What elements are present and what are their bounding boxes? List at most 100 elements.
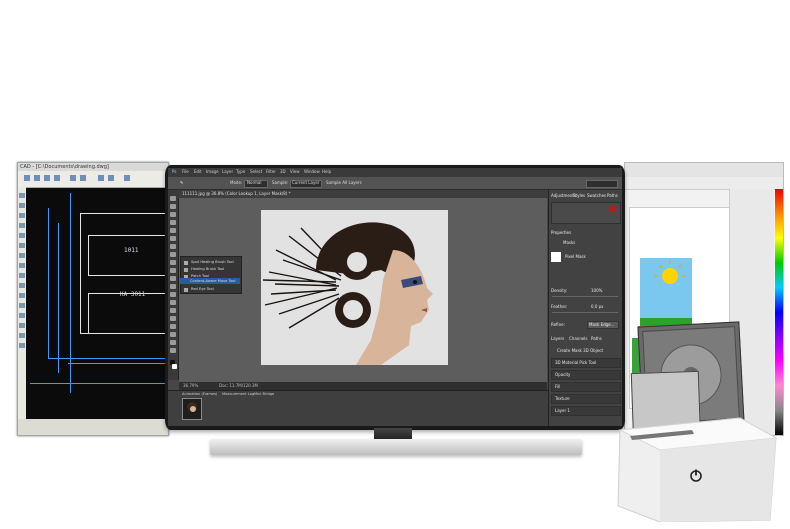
- feather-slider[interactable]: [552, 312, 618, 313]
- toolbar-icon[interactable]: [34, 175, 40, 181]
- menu-view[interactable]: View: [290, 169, 300, 174]
- tab-paths[interactable]: Paths: [607, 193, 618, 198]
- menu-select[interactable]: Select: [250, 169, 262, 174]
- type-tool-icon[interactable]: [170, 316, 176, 321]
- layer-row[interactable]: [551, 382, 621, 392]
- animation-frame-thumbnail[interactable]: [182, 398, 202, 420]
- hand-tool-icon[interactable]: [170, 340, 176, 345]
- tab-animation[interactable]: Animation (Frames): [182, 392, 217, 396]
- background-color-icon[interactable]: [172, 364, 177, 369]
- toolbar-icon[interactable]: [98, 175, 104, 181]
- mask-thumbnail[interactable]: [551, 252, 561, 262]
- flyout-item[interactable]: Spot Healing Brush Tool: [191, 260, 234, 264]
- blur-tool-icon[interactable]: [170, 292, 176, 297]
- draw-tool-icon[interactable]: [19, 323, 25, 328]
- toolbar-icon[interactable]: [44, 175, 50, 181]
- ps-menubar: Ps File Edit Image Layer Type Select Fil…: [168, 168, 622, 177]
- power-button-icon[interactable]: [689, 469, 703, 483]
- lasso-tool-icon[interactable]: [170, 212, 176, 217]
- draw-tool-icon[interactable]: [19, 333, 25, 338]
- color-palette[interactable]: [775, 189, 783, 435]
- healing-brush-icon[interactable]: ✎: [180, 180, 183, 185]
- ps-logo-icon: Ps: [172, 169, 177, 174]
- cad-status-bar: [18, 419, 168, 435]
- menu-type[interactable]: Type: [236, 169, 245, 174]
- draw-tool-icon[interactable]: [19, 313, 25, 318]
- toolbar-icon[interactable]: [108, 175, 114, 181]
- tab-mini-bridge[interactable]: Mini Bridge: [254, 392, 274, 396]
- move-tool-icon[interactable]: [170, 196, 176, 201]
- refine-label: Refine:: [551, 322, 565, 327]
- path-select-icon[interactable]: [170, 324, 176, 329]
- draw-tool-icon[interactable]: [19, 273, 25, 278]
- gradient-tool-icon[interactable]: [170, 284, 176, 289]
- properties-title: Properties: [551, 230, 572, 235]
- tab-swatches[interactable]: Swatches: [587, 193, 606, 198]
- toolbar-icon[interactable]: [54, 175, 60, 181]
- draw-tool-icon[interactable]: [19, 233, 25, 238]
- tab-measurement-log[interactable]: Measurement Log: [222, 392, 254, 396]
- adjustment-icon[interactable]: [609, 206, 615, 212]
- eraser-tool-icon[interactable]: [170, 276, 176, 281]
- menu-window[interactable]: Window: [304, 169, 320, 174]
- menu-help[interactable]: Help: [322, 169, 331, 174]
- toolbar-icon[interactable]: [124, 175, 130, 181]
- eyedropper-tool-icon[interactable]: [170, 236, 176, 241]
- document-tab-title: 111111.jpg @ 36.8% (Color Lookup 1, Laye…: [182, 191, 291, 196]
- draw-tool-icon[interactable]: [19, 283, 25, 288]
- menu-3d[interactable]: 3D: [280, 169, 286, 174]
- flyout-item[interactable]: Red Eye Tool: [191, 287, 214, 291]
- workspace-select[interactable]: [586, 180, 618, 188]
- draw-tool-icon[interactable]: [19, 303, 25, 308]
- masks-label: Masks: [563, 240, 576, 245]
- zoom-tool-icon[interactable]: [170, 348, 176, 353]
- crop-tool-icon[interactable]: [170, 228, 176, 233]
- sample-label: Sample:: [272, 180, 289, 185]
- draw-tool-icon[interactable]: [19, 243, 25, 248]
- flyout-item[interactable]: Healing Brush Tool: [191, 267, 224, 271]
- pen-tool-icon[interactable]: [170, 308, 176, 313]
- healing-brush-icon: [184, 268, 188, 272]
- healing-tool-icon[interactable]: [170, 244, 176, 249]
- feather-value[interactable]: 0.0 px: [591, 304, 604, 309]
- draw-tool-icon[interactable]: [19, 293, 25, 298]
- marquee-tool-icon[interactable]: [170, 204, 176, 209]
- flyout-item-selected[interactable]: Content-Aware Move Tool: [180, 278, 240, 284]
- dodge-tool-icon[interactable]: [170, 300, 176, 305]
- shape-tool-icon[interactable]: [170, 332, 176, 337]
- tab-layers[interactable]: Layers: [551, 336, 564, 341]
- woman-portrait-image: [261, 210, 448, 365]
- zoom-level[interactable]: 36.79%: [183, 383, 198, 388]
- menu-image[interactable]: Image: [206, 169, 219, 174]
- density-value[interactable]: 100%: [591, 288, 602, 293]
- cad-left-toolbar: [18, 187, 26, 419]
- draw-tool-icon[interactable]: [19, 223, 25, 228]
- draw-tool-icon[interactable]: [19, 263, 25, 268]
- document-tab[interactable]: 111111.jpg @ 36.8% (Color Lookup 1, Laye…: [178, 190, 548, 198]
- history-brush-icon[interactable]: [170, 268, 176, 273]
- menu-filter[interactable]: Filter: [266, 169, 276, 174]
- draw-tool-icon[interactable]: [19, 213, 25, 218]
- sample-all-layers-checkbox[interactable]: Sample All Layers: [326, 180, 362, 185]
- draw-tool-icon[interactable]: [19, 193, 25, 198]
- brush-tool-icon[interactable]: [170, 252, 176, 257]
- tab-channels[interactable]: Channels: [569, 336, 588, 341]
- draw-tool-icon[interactable]: [19, 253, 25, 258]
- toolbar-icon[interactable]: [80, 175, 86, 181]
- ps-right-panels: Adjustments Styles Swatches Paths Proper…: [548, 190, 622, 426]
- portrait-photo[interactable]: [261, 210, 448, 365]
- draw-tool-icon[interactable]: [19, 203, 25, 208]
- tab-layer-paths[interactable]: Paths: [591, 336, 602, 341]
- toolbar-icon[interactable]: [70, 175, 76, 181]
- menu-edit[interactable]: Edit: [194, 169, 202, 174]
- menu-layer[interactable]: Layer: [222, 169, 233, 174]
- stamp-tool-icon[interactable]: [170, 260, 176, 265]
- feather-label: Feather:: [551, 304, 568, 309]
- tab-styles[interactable]: Styles: [573, 193, 585, 198]
- draw-tool-icon[interactable]: [19, 343, 25, 348]
- quick-select-tool-icon[interactable]: [170, 220, 176, 225]
- density-slider[interactable]: [552, 296, 618, 297]
- toolbar-icon[interactable]: [24, 175, 30, 181]
- menu-file[interactable]: File: [182, 169, 189, 174]
- mode-value: Normal: [247, 180, 262, 185]
